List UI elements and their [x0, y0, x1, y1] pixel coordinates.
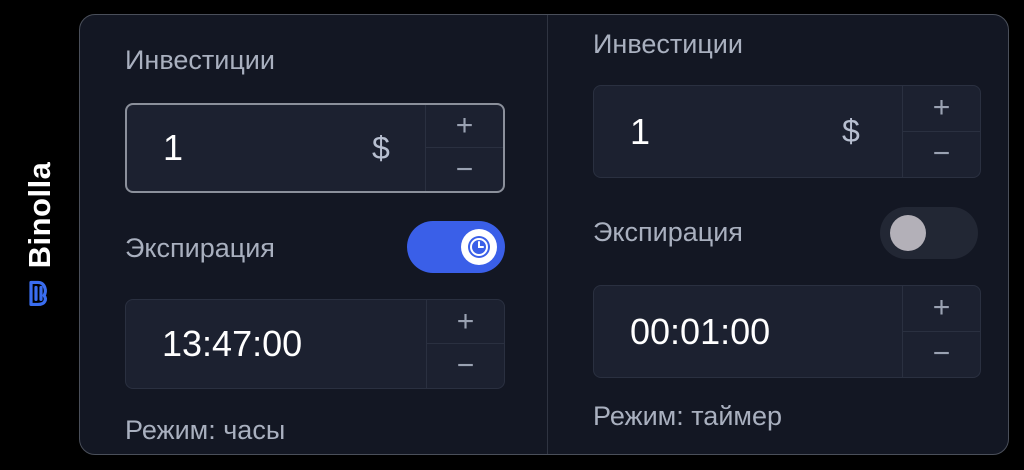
- currency-symbol: $: [372, 129, 390, 166]
- investment-label: Инвестиции: [593, 29, 743, 59]
- investment-value[interactable]: 1: [163, 105, 183, 191]
- expiration-label: Экспирация: [593, 217, 743, 247]
- time-increase-button[interactable]: +: [427, 300, 504, 344]
- left-settings-column: Инвестиции 1 $ + − Экспирация 13:47:00 +…: [80, 15, 547, 454]
- expiration-time-value[interactable]: 13:47:00: [162, 300, 302, 388]
- investment-increase-button[interactable]: +: [903, 86, 980, 132]
- expiration-label: Экспирация: [125, 233, 275, 263]
- right-settings-column: Инвестиции 1 $ + − Экспирация 00:01:00 +…: [548, 15, 1008, 454]
- investment-label: Инвестиции: [125, 45, 275, 75]
- brand-bar: Binolla: [0, 0, 78, 470]
- brand-name: Binolla: [22, 161, 57, 269]
- investment-increase-button[interactable]: +: [426, 105, 503, 148]
- expiration-time-field[interactable]: 13:47:00 + −: [125, 299, 505, 389]
- currency-symbol: $: [842, 113, 860, 149]
- clock-icon: [468, 236, 490, 258]
- mode-text: Режим: таймер: [593, 401, 782, 431]
- time-stepper: + −: [426, 300, 504, 388]
- expiration-time-field[interactable]: 00:01:00 + −: [593, 285, 981, 378]
- mode-text: Режим: часы: [125, 415, 286, 445]
- investment-field[interactable]: 1 $ + −: [593, 85, 981, 178]
- toggle-knob: [461, 229, 497, 265]
- expiration-mode-toggle[interactable]: [880, 207, 978, 259]
- toggle-knob: [890, 215, 926, 251]
- investment-field[interactable]: 1 $ + −: [125, 103, 505, 193]
- investment-value[interactable]: 1: [630, 86, 650, 177]
- investment-stepper: + −: [902, 86, 980, 177]
- time-decrease-button[interactable]: −: [903, 332, 980, 378]
- expiration-mode-toggle[interactable]: [407, 221, 505, 273]
- investment-stepper: + −: [425, 105, 503, 191]
- investment-decrease-button[interactable]: −: [903, 132, 980, 178]
- brand-wordmark: Binolla: [22, 162, 58, 309]
- trade-settings-panel: Инвестиции 1 $ + − Экспирация 13:47:00 +…: [79, 14, 1009, 455]
- time-decrease-button[interactable]: −: [427, 344, 504, 388]
- time-increase-button[interactable]: +: [903, 286, 980, 332]
- expiration-time-value[interactable]: 00:01:00: [630, 286, 770, 377]
- investment-decrease-button[interactable]: −: [426, 148, 503, 191]
- binolla-logo-icon: [29, 280, 47, 307]
- time-stepper: + −: [902, 286, 980, 377]
